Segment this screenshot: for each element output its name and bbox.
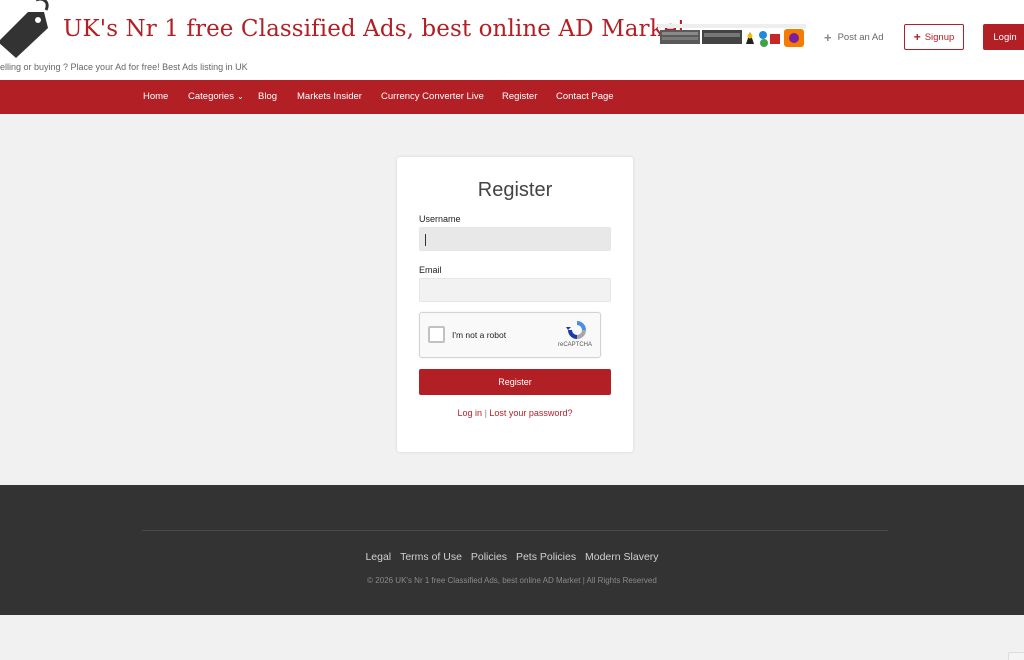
nav-item-home[interactable]: Home <box>143 80 168 114</box>
nav-item-register[interactable]: Register <box>502 80 537 114</box>
recaptcha-brand: reCAPTCHA <box>558 342 593 348</box>
footer-link-terms[interactable]: Terms of Use <box>400 551 462 563</box>
login-button[interactable]: Login <box>983 24 1024 50</box>
nav-item-contact[interactable]: Contact Page <box>556 80 614 114</box>
username-label: Username <box>419 214 461 224</box>
post-ad-label: Post an Ad <box>837 32 884 43</box>
nav-item-categories-label: Categories <box>188 91 234 102</box>
footer-links: Legal Terms of Use Policies Pets Policie… <box>0 551 1024 563</box>
recaptcha-badge[interactable] <box>1008 652 1024 660</box>
nav-item-blog[interactable]: Blog <box>258 80 277 114</box>
recaptcha-checkbox[interactable] <box>428 326 445 343</box>
post-ad-link[interactable]: + Post an Ad <box>824 30 884 45</box>
plus-icon: + <box>913 30 921 44</box>
register-card: Register Username Email I'm not a robot … <box>397 157 633 452</box>
chevron-down-icon: ⌄ <box>236 92 244 101</box>
email-input[interactable] <box>419 278 611 302</box>
price-tag-icon[interactable] <box>0 0 58 60</box>
site-title[interactable]: UK's Nr 1 free Classified Ads, best onli… <box>63 16 687 42</box>
footer-link-modern-slavery[interactable]: Modern Slavery <box>585 551 659 563</box>
login-link[interactable]: Log in <box>458 408 483 418</box>
text-caret <box>425 234 426 246</box>
recaptcha-logo-icon <box>566 321 586 339</box>
register-submit-button[interactable]: Register <box>419 369 611 395</box>
lost-password-link[interactable]: Lost your password? <box>489 408 572 418</box>
email-label: Email <box>419 265 442 275</box>
auth-links: Log in | Lost your password? <box>397 408 633 418</box>
nav-item-markets-insider[interactable]: Markets Insider <box>297 80 362 114</box>
footer-divider <box>142 530 888 531</box>
signup-label: Signup <box>924 31 955 43</box>
footer-link-pets-policies[interactable]: Pets Policies <box>516 551 576 563</box>
recaptcha-label: I'm not a robot <box>452 330 507 340</box>
site-footer: Legal Terms of Use Policies Pets Policie… <box>0 485 1024 615</box>
username-input[interactable] <box>419 227 611 251</box>
signup-button[interactable]: + Signup <box>904 24 964 50</box>
nav-item-categories[interactable]: Categories ⌄ <box>188 80 244 114</box>
plus-icon: + <box>824 30 832 45</box>
site-tagline: elling or buying ? Place your Ad for fre… <box>0 62 248 72</box>
page-bottom <box>0 615 1024 660</box>
register-title: Register <box>477 179 553 201</box>
copyright-text: © 2026 UK's Nr 1 free Classified Ads, be… <box>367 576 657 585</box>
main-nav: Home Categories ⌄ Blog Markets Insider Cu… <box>0 80 1024 114</box>
footer-link-legal[interactable]: Legal <box>365 551 391 563</box>
hosting-banner-image[interactable] <box>658 24 806 50</box>
nav-item-currency-converter[interactable]: Currency Converter Live <box>381 80 484 114</box>
footer-link-policies[interactable]: Policies <box>471 551 507 563</box>
site-header: UK's Nr 1 free Classified Ads, best onli… <box>0 0 1024 80</box>
recaptcha-widget: I'm not a robot reCAPTCHA <box>419 312 601 358</box>
